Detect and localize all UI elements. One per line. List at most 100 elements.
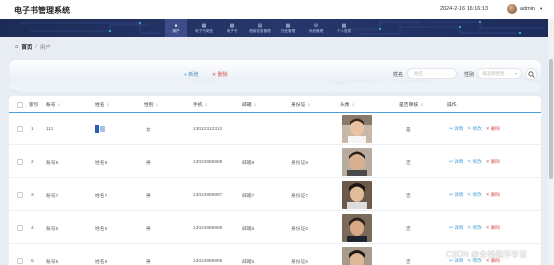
column-header-actions: 操作 [447,103,457,108]
checkbox[interactable] [17,225,23,231]
edit-button[interactable]: ✎ 修改 [467,225,481,231]
nav-item-borrow[interactable]: ▤ 借阅信息管理 [249,19,271,37]
row-checkbox[interactable] [17,179,23,211]
row-checkbox[interactable] [17,146,23,178]
cell-avatar[interactable] [342,212,372,244]
add-button-label: 新增 [188,72,199,78]
name-search-input[interactable]: 姓名 [407,68,457,79]
row-actions: ⚯ 详情 ✎ 修改 ✕ 删除 [449,146,504,178]
gender-select[interactable]: 请选择性别 ▾ [477,68,522,79]
nav-item-profile[interactable]: ▦ 个人信息 [333,19,355,37]
sort-icon[interactable]: ⇅ [307,103,310,107]
page-scrollbar[interactable] [548,19,554,265]
cell-email: 邮箱5 [242,259,255,265]
checkbox[interactable] [17,159,23,165]
avatar-photo[interactable] [342,148,372,176]
nav-item-ebook[interactable]: ▦ 电子书 [221,19,243,37]
cell-audit: 是 [406,127,411,133]
sort-icon[interactable]: ⇅ [107,103,110,107]
column-header-account[interactable]: 账号 ⇅ [46,96,61,113]
cell-avatar[interactable] [342,245,372,265]
nav-item-label: 系统管理 [308,28,324,33]
detail-button[interactable]: ⚯ 详情 [449,192,463,198]
cell-avatar[interactable] [342,113,372,145]
avatar-photo[interactable] [342,214,372,242]
row-checkbox[interactable] [17,212,23,244]
avatar-photo[interactable] [342,181,372,209]
cell-email: 邮箱6 [242,226,255,232]
cell-phone: 13023888887 [193,192,223,198]
edit-button[interactable]: ✎ 修改 [467,192,481,198]
cell-index: 3 [31,192,34,198]
cell-index: 5 [31,258,34,264]
sort-icon[interactable]: ⇅ [58,103,61,107]
cloud-background [9,76,541,92]
column-header-audit[interactable]: 是否审核 ⇅ [399,96,423,113]
cell-audit: 否 [406,259,411,265]
nav-item-user[interactable]: ● 用户 [165,19,187,37]
nav-item-label: 借阅信息管理 [249,28,271,33]
cell-phone: 13012312312 [193,126,223,132]
avatar-photo[interactable] [342,115,372,143]
column-header-email[interactable]: 邮箱 ⇅ [242,96,257,113]
chevron-down-icon[interactable]: ▾ [540,6,542,12]
checkbox[interactable] [17,192,23,198]
cell-avatar[interactable] [342,179,372,211]
avatar-photo[interactable] [342,247,372,265]
breadcrumb-current: 用户 [39,45,51,51]
detail-button[interactable]: ⚯ 详情 [449,159,463,165]
sort-icon[interactable]: ⇅ [156,103,159,107]
cell-gender: 男 [146,193,151,199]
sort-icon[interactable]: ⇅ [352,103,355,107]
detail-button[interactable]: ⚯ 详情 [449,126,463,132]
column-header-idcard[interactable]: 身份证 ⇅ [291,96,310,113]
breadcrumb-home[interactable]: 首页 [21,43,32,51]
cell-phone: 13023888886 [193,225,223,231]
checkbox[interactable] [17,101,23,108]
nav-item-ebook-type[interactable]: ▦ 电子书类型 [193,19,215,37]
delete-button-label: 删除 [217,72,228,78]
cell-gender: 女 [146,127,151,133]
delete-button[interactable]: ✕ 删除 [486,126,500,132]
column-header-phone[interactable]: 手机 ⇅ [193,96,208,113]
cell-name [95,113,105,145]
cell-account: 账号5 [46,259,59,265]
user-avatar[interactable] [507,4,517,14]
edit-button[interactable]: ✎ 修改 [467,126,481,132]
watermark: CSDN @全栈程序毕设 [446,250,528,259]
select-all-checkbox[interactable] [17,96,23,113]
chevron-down-icon: ▾ [514,71,517,76]
table-row: 3 账号7 姓名7 男 13023888887 邮箱7 身份证7 否 ⚯ 详情 … [9,179,541,211]
nav-item-label: 电子书 [226,28,238,33]
nav-item-return[interactable]: ▦ 归还管理 [277,19,299,37]
cell-avatar[interactable] [342,146,372,178]
sort-icon[interactable]: ⇅ [420,103,423,107]
home-icon: ⌂ [15,44,19,50]
column-header-avatar[interactable]: 头像 ⇅ [340,96,355,113]
checkbox[interactable] [17,258,23,264]
row-checkbox[interactable] [17,245,23,265]
user-menu-label[interactable]: admin [520,6,535,12]
checkbox[interactable] [17,126,23,132]
column-header-gender[interactable]: 性别 ⇅ [144,96,159,113]
search-button[interactable] [525,68,537,80]
edit-button[interactable]: ✎ 修改 [467,159,481,165]
delete-button[interactable]: ✕ 删除 [486,192,500,198]
nav-item-label: 电子书类型 [195,28,213,33]
row-actions: ⚯ 详情 ✎ 修改 ✕ 删除 [449,113,504,145]
batch-delete-button[interactable]: ✕ 删除 [212,71,228,78]
column-header-name[interactable]: 姓名 ⇅ [95,96,110,113]
cell-name: 姓名6 [95,226,108,232]
sort-icon[interactable]: ⇅ [205,103,208,107]
nav-item-system[interactable]: ⚙ 系统管理 [305,19,327,37]
sort-icon[interactable]: ⇅ [254,103,257,107]
cell-audit: 否 [406,226,411,232]
cell-idcard: 身份证7 [291,193,309,199]
row-checkbox[interactable] [17,113,23,145]
add-button[interactable]: + 新增 [184,71,198,78]
delete-button[interactable]: ✕ 删除 [486,159,500,165]
scrollbar-thumb[interactable] [549,59,553,179]
delete-button[interactable]: ✕ 删除 [486,225,500,231]
gender-filter-label: 性别 [464,72,475,78]
detail-button[interactable]: ⚯ 详情 [449,225,463,231]
